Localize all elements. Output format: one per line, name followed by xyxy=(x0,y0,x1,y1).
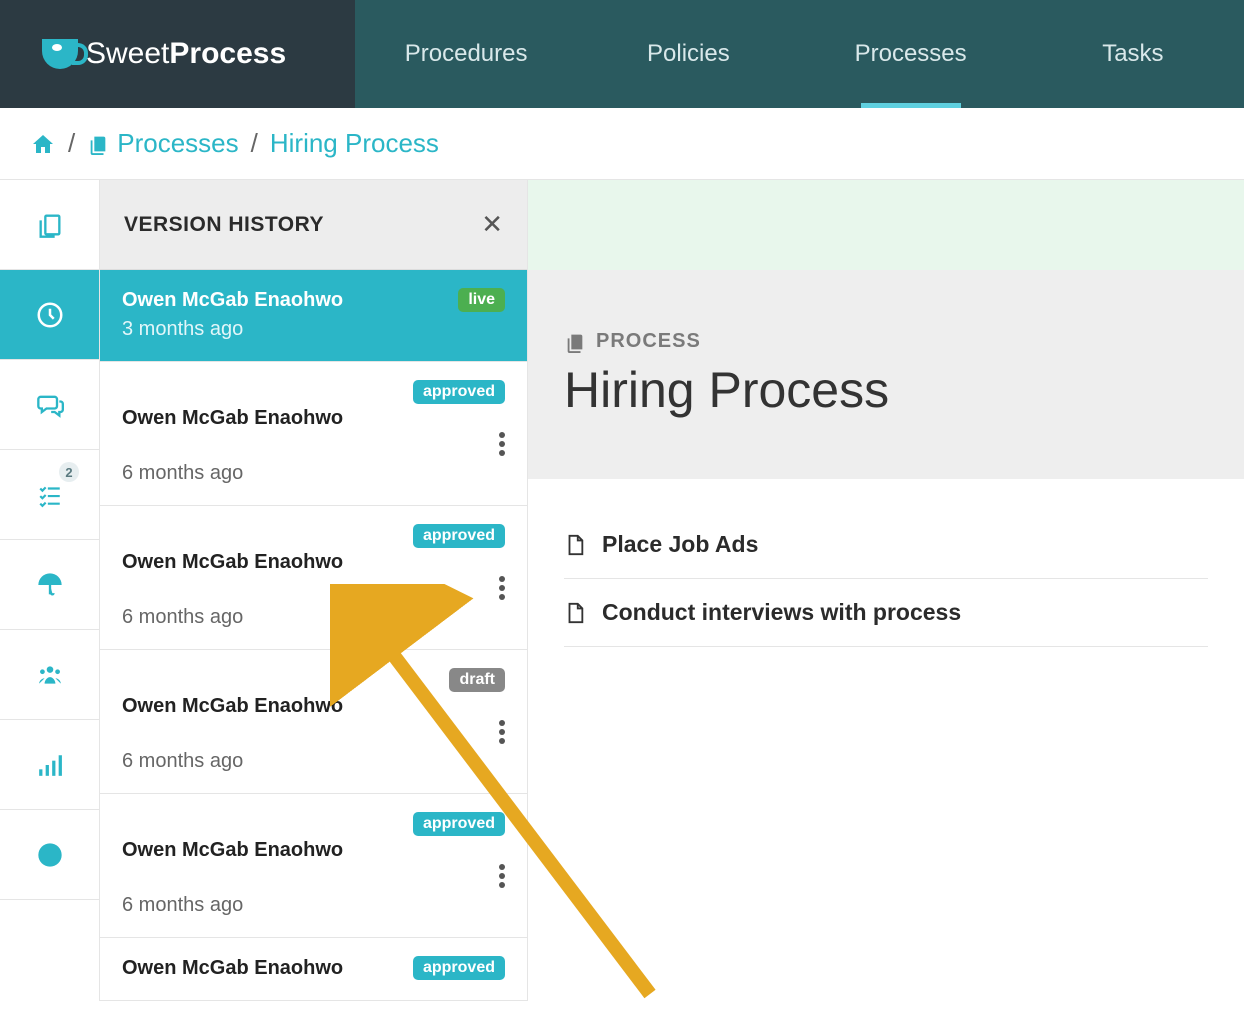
rail-stats[interactable] xyxy=(0,720,99,810)
version-item[interactable]: Owen McGab Enaohwo live 3 months ago xyxy=(100,270,527,362)
checklist-icon xyxy=(35,482,65,508)
version-author: Owen McGab Enaohwo xyxy=(122,957,343,980)
breadcrumb-current: Hiring Process xyxy=(270,128,439,159)
app-header: SweetProcess Procedures Policies Process… xyxy=(0,0,1244,108)
chat-icon xyxy=(34,391,66,419)
logo-brand2: Process xyxy=(169,37,286,70)
rail-umbrella[interactable] xyxy=(0,540,99,630)
copy-icon xyxy=(564,331,586,353)
breadcrumb-processes[interactable]: Processes xyxy=(87,128,238,159)
nav-processes[interactable]: Processes xyxy=(800,0,1022,108)
rail-checklist[interactable]: 2 xyxy=(0,450,99,540)
rail-team[interactable] xyxy=(0,630,99,720)
breadcrumb-sep: / xyxy=(251,128,258,159)
logo-brand1: Sweet xyxy=(86,37,169,70)
version-item[interactable]: Owen McGab Enaohwo approved 6 months ago xyxy=(100,362,527,506)
process-step[interactable]: Place Job Ads xyxy=(564,511,1208,579)
status-badge: approved xyxy=(413,524,505,548)
version-author: Owen McGab Enaohwo xyxy=(122,289,343,312)
breadcrumb-sep: / xyxy=(68,128,75,159)
version-author: Owen McGab Enaohwo xyxy=(122,695,343,718)
rail-settings[interactable] xyxy=(0,810,99,900)
umbrella-icon xyxy=(35,571,65,599)
left-rail: 2 xyxy=(0,180,100,1001)
nav-procedures[interactable]: Procedures xyxy=(355,0,577,108)
status-badge: approved xyxy=(413,380,505,404)
gear-icon xyxy=(36,841,64,869)
body: 2 VERSION HISTORY ✕ Owen McGab Enaohwo li… xyxy=(0,180,1244,1001)
close-icon[interactable]: ✕ xyxy=(481,209,503,240)
rail-copy[interactable] xyxy=(0,180,99,270)
version-author: Owen McGab Enaohwo xyxy=(122,407,343,430)
step-label: Place Job Ads xyxy=(602,531,758,558)
version-time: 3 months ago xyxy=(122,318,505,341)
clock-icon xyxy=(35,300,65,330)
process-title: Hiring Process xyxy=(564,361,1208,419)
annotation-arrow xyxy=(330,584,690,1014)
rail-checklist-badge: 2 xyxy=(59,462,79,482)
version-author: Owen McGab Enaohwo xyxy=(122,839,343,862)
version-history-title: VERSION HISTORY xyxy=(124,213,324,237)
rail-history[interactable] xyxy=(0,270,99,360)
file-icon xyxy=(564,532,586,558)
version-time: 6 months ago xyxy=(122,462,505,485)
breadcrumb-home[interactable] xyxy=(30,132,56,156)
nav-tasks[interactable]: Tasks xyxy=(1022,0,1244,108)
main-nav: Procedures Policies Processes Tasks xyxy=(355,0,1244,108)
users-icon xyxy=(34,662,66,688)
logo[interactable]: SweetProcess xyxy=(42,37,286,71)
cup-icon xyxy=(42,39,78,69)
more-icon[interactable] xyxy=(499,432,505,456)
copy-icon xyxy=(36,211,64,239)
process-header: PROCESS Hiring Process xyxy=(528,270,1244,479)
success-banner xyxy=(528,180,1244,270)
version-author: Owen McGab Enaohwo xyxy=(122,551,343,574)
status-badge: live xyxy=(458,288,505,312)
home-icon xyxy=(30,132,56,156)
version-history-header: VERSION HISTORY ✕ xyxy=(100,180,527,270)
copy-icon xyxy=(87,133,109,155)
breadcrumb: / Processes / Hiring Process xyxy=(0,108,1244,180)
process-label: PROCESS xyxy=(564,330,1208,353)
rail-chat[interactable] xyxy=(0,360,99,450)
bars-icon xyxy=(36,752,64,778)
nav-policies[interactable]: Policies xyxy=(577,0,799,108)
logo-area: SweetProcess xyxy=(0,0,355,108)
